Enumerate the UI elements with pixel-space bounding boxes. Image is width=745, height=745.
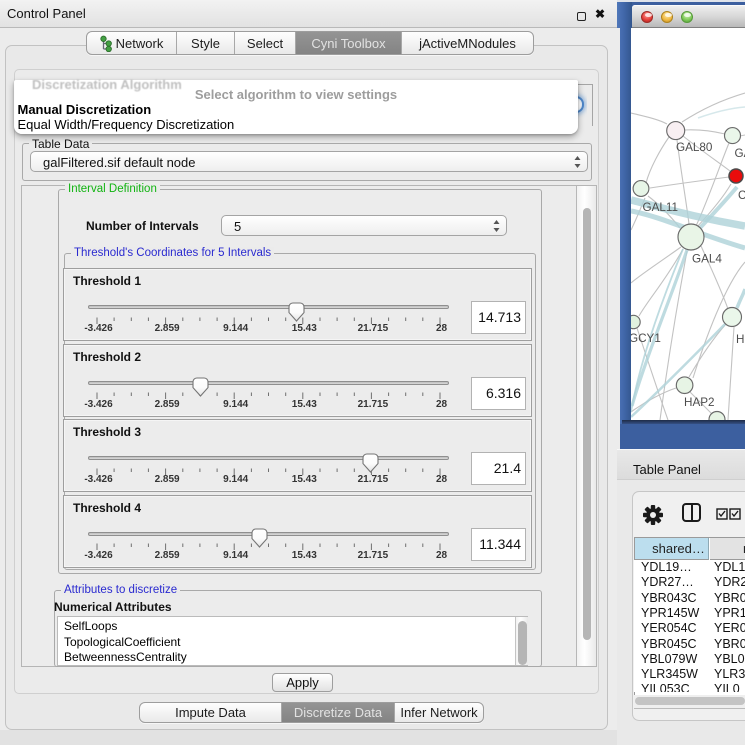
svg-text:GAL4: GAL4 bbox=[692, 253, 722, 266]
svg-text:C: C bbox=[738, 189, 745, 202]
svg-text:GA: GA bbox=[735, 147, 745, 160]
svg-text:GCY1: GCY1 bbox=[631, 332, 661, 345]
svg-text:GAL11: GAL11 bbox=[643, 201, 679, 214]
svg-text:GAL80: GAL80 bbox=[676, 141, 713, 154]
svg-text:H: H bbox=[736, 333, 744, 346]
svg-text:HAP2: HAP2 bbox=[684, 396, 715, 409]
